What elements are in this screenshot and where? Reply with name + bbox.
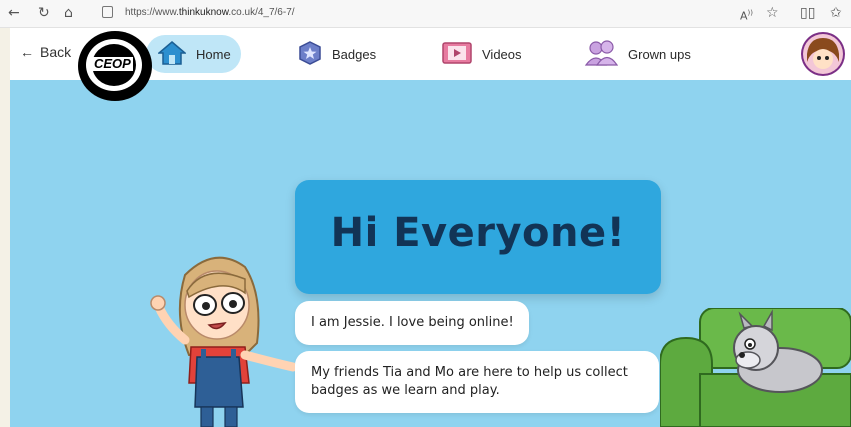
star-badge-icon [298,40,322,68]
avatar[interactable] [801,32,845,76]
main-content: Hi Everyone! I am Jessie. I love being o… [10,80,851,427]
nav-badges[interactable]: Badges [298,35,376,73]
browser-toolbar: ← ↻ ⌂ https://www.thinkuknow.co.uk/4_7/6… [0,0,851,28]
lock-icon [102,6,113,19]
speech-bubble-intro: I am Jessie. I love being online! [295,301,529,345]
jessie-character-illustration [150,256,295,427]
address-bar[interactable]: https://www.thinkuknow.co.uk/4_7/6-7/ [102,5,295,21]
url-prefix: https://www. [125,7,179,18]
ceop-logo[interactable]: CEOP [78,31,152,101]
page: ← ↻ ⌂ https://www.thinkuknow.co.uk/4_7/6… [0,0,851,427]
ceop-logo-text: CEOP [92,56,133,71]
sofa-dog-illustration [660,308,851,427]
site-nav: ← Back CEOP Home Badges Videos Grown ups [10,28,851,101]
browser-home-icon[interactable]: ⌂ [64,4,73,22]
back-button[interactable]: ← Back [20,44,71,60]
favorite-star-icon[interactable]: ☆ [766,4,779,22]
nav-videos-label: Videos [482,46,522,62]
speech-bubble-intro-text: I am Jessie. I love being online! [311,315,514,330]
url-suffix: .co.uk/4_7/6-7/ [228,7,295,18]
page-title: Hi Everyone! [330,210,626,256]
speech-bubble-friends-text: My friends Tia and Mo are here to help u… [311,365,628,398]
nav-videos[interactable]: Videos [442,35,522,73]
house-icon [156,40,188,68]
nav-grown-ups-label: Grown ups [628,46,691,62]
speech-bubble-friends: My friends Tia and Mo are here to help u… [295,351,659,413]
nav-home[interactable]: Home [146,35,241,73]
back-label: Back [40,44,72,60]
read-aloud-icon[interactable]: A)) [740,4,753,26]
split-screen-icon[interactable]: ▯▯ [800,4,815,22]
favorites-icon[interactable]: ✩ [830,4,842,22]
play-icon [442,41,472,68]
refresh-icon[interactable]: ↻ [38,4,50,22]
nav-home-label: Home [196,46,231,62]
nav-grown-ups[interactable]: Grown ups [584,35,691,73]
arrow-left-icon: ← [20,44,34,60]
browser-back-icon[interactable]: ← [8,4,20,22]
greeting-card: Hi Everyone! [295,180,661,294]
url-host: thinkuknow [178,7,229,18]
read-aloud-label: A [740,9,748,23]
nav-badges-label: Badges [332,46,377,62]
people-icon [584,39,619,69]
